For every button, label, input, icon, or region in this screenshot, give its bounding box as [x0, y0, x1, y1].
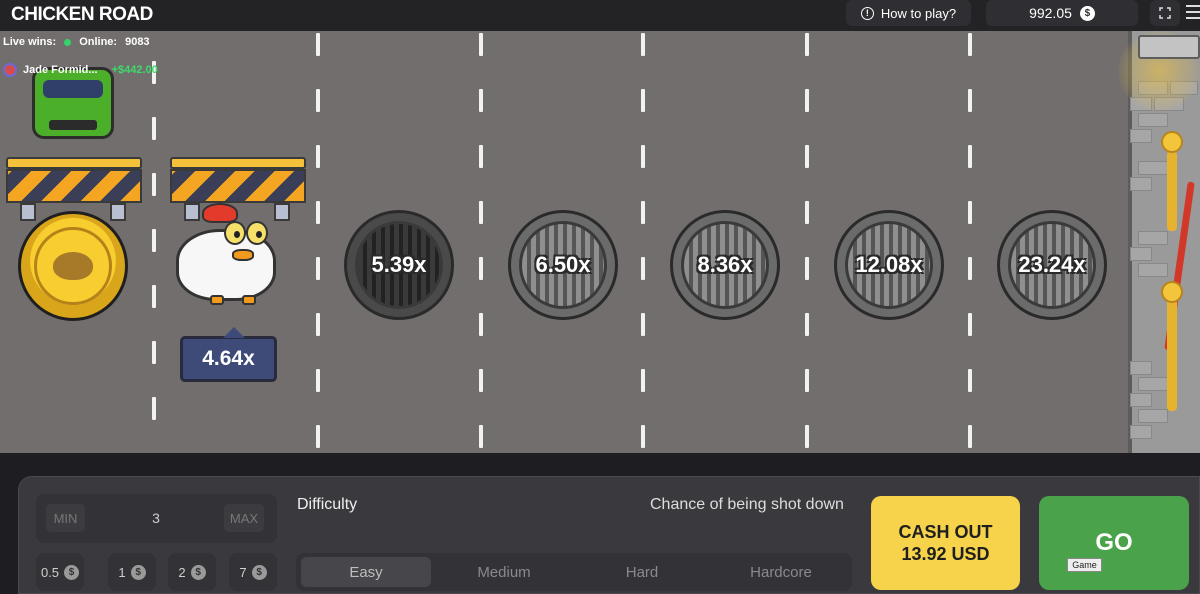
avatar	[3, 63, 17, 77]
menu-button[interactable]	[1186, 5, 1200, 21]
dollar-coin-icon: $	[1079, 5, 1095, 21]
lane-divider	[805, 31, 810, 453]
game-road: 5.39x 6.50x 8.36x 12.08x 23.24x	[0, 31, 1200, 453]
lane-divider	[968, 31, 973, 453]
game-logo: CHICKEN 2 ROAD	[11, 0, 153, 26]
manhole-lane-4[interactable]: 12.08x	[834, 210, 944, 320]
chip-value: 1	[118, 564, 126, 580]
min-bet-button[interactable]: MIN	[46, 504, 85, 532]
chip-7[interactable]: 7 $	[229, 553, 277, 591]
fullscreen-button[interactable]	[1150, 0, 1180, 26]
live-wins-panel: Live wins: Online: 9083 Jade Formid... +…	[0, 31, 158, 77]
post-icon	[1167, 151, 1177, 231]
go-label: GO	[1095, 529, 1133, 556]
balance-value: 992.05	[1029, 5, 1072, 21]
tab-hardcore[interactable]: Hardcore	[716, 557, 846, 587]
max-bet-button[interactable]: MAX	[224, 504, 264, 532]
post-cap-icon	[1161, 131, 1183, 153]
winner-name: Jade Formid...	[23, 64, 98, 76]
lane-divider	[316, 31, 321, 453]
how-to-play-button[interactable]: ! How to play?	[846, 0, 971, 26]
bet-amount-input[interactable]: 3	[136, 510, 176, 526]
chip-value: 7	[239, 564, 247, 580]
street-lamp-icon	[1138, 35, 1200, 59]
live-wins-label: Live wins:	[3, 36, 57, 48]
manhole-lane-2[interactable]: 6.50x	[508, 210, 618, 320]
live-win-entry: Jade Formid... +$442.00	[0, 57, 160, 83]
how-to-play-label: How to play?	[880, 5, 957, 21]
online-count: 9083	[125, 36, 150, 48]
current-multiplier-tag: 4.64x	[180, 327, 277, 382]
manhole-lane-5[interactable]: 23.24x	[997, 210, 1107, 320]
tab-easy[interactable]: Easy	[301, 557, 431, 587]
chip-value: 2	[178, 564, 186, 580]
chip-0.5[interactable]: 0.5 $	[36, 553, 84, 591]
tab-hard[interactable]: Hard	[577, 557, 707, 587]
online-dot-icon	[64, 38, 72, 46]
multiplier-label: 23.24x	[1018, 252, 1086, 277]
dollar-coin-icon: $	[130, 564, 146, 580]
cash-out-label: CASH OUT	[898, 522, 993, 542]
bet-amount-control: MIN 3 MAX	[36, 494, 277, 543]
post-icon	[1167, 291, 1177, 411]
lane-divider	[641, 31, 646, 453]
cash-out-button[interactable]: CASH OUT 13.92 USD	[871, 496, 1020, 590]
current-multiplier: 4.64x	[202, 347, 255, 370]
go-button[interactable]: GO	[1039, 496, 1189, 590]
top-bar: CHICKEN 2 ROAD ! How to play? 992.05 $	[0, 0, 1200, 31]
fullscreen-icon	[1159, 7, 1171, 19]
chip-1[interactable]: 1 $	[108, 553, 156, 591]
manhole-lane-3[interactable]: 8.36x	[670, 210, 780, 320]
game-tooltip: Game	[1067, 558, 1102, 572]
menu-icon	[1186, 5, 1200, 7]
online-label: Online:	[79, 36, 118, 48]
info-icon: !	[860, 6, 874, 20]
chance-label: Chance of being shot down	[650, 496, 844, 513]
chicken-player-icon	[172, 201, 282, 305]
difficulty-title: Difficulty	[297, 496, 358, 513]
post-cap-icon	[1161, 281, 1183, 303]
dollar-coin-icon: $	[190, 564, 206, 580]
chip-value: 0.5	[40, 564, 60, 580]
multiplier-label: 6.50x	[535, 252, 591, 277]
lane-divider	[152, 31, 157, 453]
tab-medium[interactable]: Medium	[439, 557, 569, 587]
difficulty-selector: Easy Medium Hard Hardcore	[296, 553, 852, 591]
multiplier-label: 12.08x	[855, 252, 923, 277]
balance-display: 992.05 $	[986, 0, 1138, 26]
lane-divider	[479, 31, 484, 453]
manhole-lane-1[interactable]: 5.39x	[344, 210, 454, 320]
multiplier-label: 8.36x	[697, 252, 753, 277]
cash-out-amount: 13.92 USD	[901, 544, 990, 564]
chip-2[interactable]: 2 $	[168, 553, 216, 591]
multiplier-label: 5.39x	[371, 252, 427, 277]
dead-chicken-coin-icon	[18, 211, 128, 321]
dollar-coin-icon: $	[64, 564, 80, 580]
winner-amount: +$442.00	[111, 64, 158, 76]
dollar-coin-icon: $	[251, 564, 267, 580]
